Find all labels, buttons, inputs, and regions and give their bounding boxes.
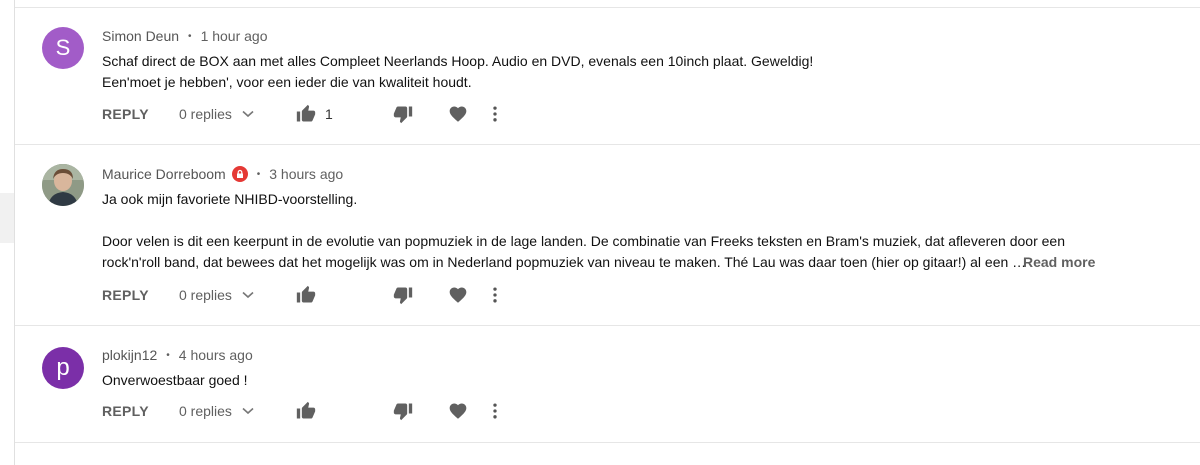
comment-line: Ja ook mijn favoriete NHIBD-voorstelling… [102,191,358,207]
comment-list: S Simon Deun • 1 hour ago Schaf direct d… [14,0,1200,465]
dislike-button[interactable] [375,401,430,421]
thumb-up-icon [296,285,316,305]
timestamp[interactable]: 1 hour ago [201,28,268,44]
heart-button[interactable] [430,401,485,421]
chevron-down-icon [242,407,254,415]
comment-actions: REPLY 0 replies [102,399,505,423]
comment-actions: REPLY 0 replies [102,283,505,307]
comment-text: Schaf direct de BOX aan met alles Comple… [102,51,1111,93]
heart-icon [449,403,466,419]
dislike-button[interactable] [375,104,430,124]
comment-body: Maurice Dorreboom • 3 hours ago Ja ook m… [102,164,1111,273]
avatar[interactable]: p [42,347,84,389]
reply-button[interactable]: REPLY [102,287,179,303]
author-name[interactable]: Maurice Dorreboom [102,166,226,182]
thumb-down-icon [393,403,412,421]
comment-header: plokijn12 • 4 hours ago [102,345,1111,365]
heart-icon [449,287,466,303]
thumb-down-icon [393,287,412,305]
replies-toggle[interactable]: 0 replies [179,287,296,303]
heart-icon [449,106,466,122]
replies-count: 0 replies [179,287,232,303]
separator-dot: • [188,30,192,42]
more-button[interactable] [485,401,505,421]
comment-text: Onverwoestbaar goed ! [102,370,1111,391]
comment-line: Schaf direct de BOX aan met alles Comple… [102,53,814,69]
comment-item: S Simon Deun • 1 hour ago Schaf direct d… [15,0,1200,145]
timestamp[interactable]: 4 hours ago [179,347,253,363]
thumb-up-icon [296,104,316,124]
like-button[interactable] [296,401,375,421]
heart-button[interactable] [430,104,485,124]
comment-line-row: rock'n'roll band, dat bewees dat het mog… [102,252,1111,273]
like-count: 1 [325,106,333,122]
comment-body: plokijn12 • 4 hours ago Onverwoestbaar g… [102,345,1111,391]
chevron-down-icon [242,110,254,118]
author-name[interactable]: plokijn12 [102,347,157,363]
thumb-up-icon [296,401,316,421]
dislike-button[interactable] [375,285,430,305]
avatar-photo [42,164,84,206]
separator-dot: • [256,168,261,180]
more-vert-icon [493,287,497,303]
replies-toggle[interactable]: 0 replies [179,106,296,122]
comment-line: rock'n'roll band, dat bewees dat het mog… [102,254,1027,270]
heart-button[interactable] [430,285,485,305]
chevron-down-icon [242,291,254,299]
more-button[interactable] [485,285,505,305]
comment-item: p plokijn12 • 4 hours ago Onverwoestbaar… [15,326,1200,443]
left-panel-edge [0,193,14,243]
reply-button[interactable]: REPLY [102,403,179,419]
replies-count: 0 replies [179,403,232,419]
more-vert-icon [493,106,497,122]
like-button[interactable]: 1 [296,104,375,124]
avatar[interactable] [42,164,84,206]
avatar[interactable]: S [42,27,84,69]
replies-toggle[interactable]: 0 replies [179,403,296,419]
comment-line: Door velen is dit een keerpunt in de evo… [102,233,1066,249]
more-vert-icon [493,403,497,419]
separator-dot: • [166,349,170,361]
comment-header: Maurice Dorreboom • 3 hours ago [102,164,1111,184]
comment-line: Een'moet je hebben', voor een ieder die … [102,74,472,90]
author-name[interactable]: Simon Deun [102,28,179,44]
replies-count: 0 replies [179,106,232,122]
comment-header: Simon Deun • 1 hour ago [102,26,1111,46]
lock-badge-icon [231,166,248,182]
comment-actions: REPLY 0 replies 1 [102,102,505,126]
timestamp[interactable]: 3 hours ago [269,166,343,182]
like-button[interactable] [296,285,375,305]
reply-button[interactable]: REPLY [102,106,179,122]
comment-body: Simon Deun • 1 hour ago Schaf direct de … [102,26,1111,93]
comment-item: Maurice Dorreboom • 3 hours ago Ja ook m… [15,145,1200,326]
comment-text: Ja ook mijn favoriete NHIBD-voorstelling… [102,189,1111,273]
read-more-link[interactable]: Read more [1023,252,1095,273]
thumb-down-icon [393,106,412,124]
more-button[interactable] [485,104,505,124]
comment-line: Onverwoestbaar goed ! [102,372,248,388]
